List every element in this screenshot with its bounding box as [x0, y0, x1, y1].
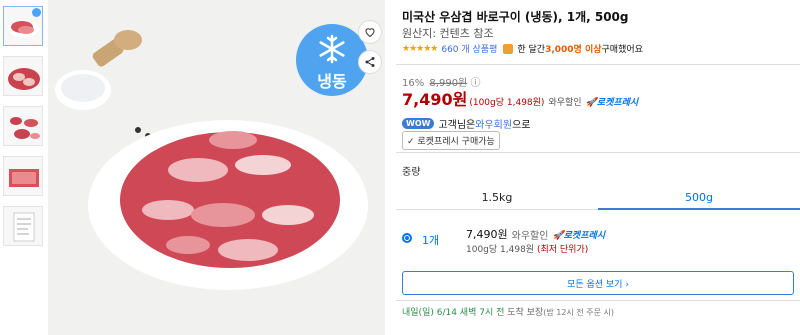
- delivery-date: 내일(일) 6/14 새벽 7시 전: [402, 308, 505, 318]
- divider: [396, 300, 800, 301]
- divider: [396, 152, 800, 153]
- option-price: 7,490원: [466, 228, 508, 241]
- rocket-fresh-badge: 🚀로켓프레시: [585, 98, 639, 108]
- meat-closeup-image: [4, 57, 42, 95]
- thumbnail-2[interactable]: [3, 56, 43, 96]
- delivery-guarantee: 도착 보장: [504, 308, 544, 318]
- shopping-bag-icon: [503, 43, 514, 54]
- rocket-fresh-label: 로켓프레시: [596, 98, 639, 108]
- selected-option[interactable]: 1개 7,490원 와우할인 🚀로켓프레시 100g당 1,498원 (최저 단…: [396, 222, 800, 260]
- delivery-info: 내일(일) 6/14 새벽 7시 전 도착 보장(밤 12시 전 주문 시): [402, 305, 614, 318]
- selected-badge-icon: [32, 8, 41, 17]
- wow-badge: WOW: [402, 118, 435, 129]
- purchase-post: 구매했어요: [601, 45, 643, 55]
- all-options-button[interactable]: 모든 옵션 보기 ›: [402, 271, 794, 295]
- wow-member-row: WOW 고객님은 와우회원 으로: [402, 116, 530, 131]
- snowflake-icon: [319, 34, 345, 64]
- purchase-pre: 한 달간: [517, 45, 546, 55]
- wow-text-pre: 고객님은: [438, 120, 476, 131]
- tab-1-5kg[interactable]: 1.5kg: [396, 184, 598, 210]
- wishlist-button[interactable]: [358, 20, 382, 44]
- weight-tabs: 1.5kg 500g: [396, 184, 800, 210]
- meat-pieces-image: [4, 107, 42, 145]
- product-title: 미국산 우삼겹 바로구이 (냉동), 1개, 500g: [402, 10, 629, 24]
- origin-text: 원산지: 컨텐츠 참조: [402, 27, 494, 40]
- thumbnail-3[interactable]: [3, 106, 43, 146]
- product-info: 미국산 우삼겹 바로구이 (냉동), 1개, 500g 원산지: 컨텐츠 참조 …: [396, 0, 800, 335]
- divider: [396, 64, 800, 65]
- option-unit-row: 100g당 1,498원 (최저 단위가): [466, 242, 588, 255]
- heart-icon: [365, 28, 375, 38]
- thumbnail-5[interactable]: [3, 206, 43, 246]
- share-icon: [365, 57, 375, 67]
- option-label: 중량: [402, 167, 421, 178]
- rating-row: ★★★★★ 660 개 상품평 한 달간 3,000명 이상 구매했어요: [402, 42, 643, 55]
- thumbnail-1[interactable]: [3, 6, 43, 46]
- wow-member-link[interactable]: 와우회원: [475, 116, 512, 131]
- tab-500g[interactable]: 500g: [598, 184, 800, 210]
- option-rocket-label: 로켓프레시: [563, 230, 606, 241]
- unit-price: (100g당 1,498원): [469, 98, 545, 108]
- purchase-count: 3,000명 이상: [545, 45, 602, 55]
- wow-text-post: 으로: [512, 120, 531, 131]
- price-row: 7,490원 (100g당 1,498원) 와우할인 🚀로켓프레시: [402, 86, 638, 110]
- share-button[interactable]: [358, 50, 382, 74]
- meat-package-image: [4, 157, 42, 195]
- sale-price: 7,490원: [402, 90, 468, 109]
- option-wow-label: 와우할인: [511, 230, 549, 242]
- rocket-fresh-available-chip: ✓ 로켓프레시 구매가능: [402, 131, 500, 150]
- thumbnail-4[interactable]: [3, 156, 43, 196]
- option-qty: 1개: [422, 234, 440, 247]
- delivery-note: (밤 12시 전 주문 시): [543, 308, 614, 317]
- option-price-row: 7,490원 와우할인 🚀로켓프레시: [466, 226, 605, 242]
- option-unit-price: 100g당 1,498원: [466, 245, 535, 255]
- thumbnail-list: [0, 0, 48, 335]
- lowest-unit-label: (최저 단위가): [536, 245, 589, 255]
- frozen-badge-label: 냉동: [317, 72, 347, 91]
- option-radio[interactable]: [402, 233, 412, 243]
- review-count-link[interactable]: 660 개 상품평: [441, 42, 497, 55]
- label-thumbnail-image: [4, 207, 42, 245]
- wow-discount-label: 와우할인: [548, 98, 582, 108]
- main-product-image: 냉동: [48, 0, 385, 335]
- star-rating: ★★★★★: [402, 43, 438, 54]
- option-rocket-badge: 🚀로켓프레시: [552, 230, 606, 241]
